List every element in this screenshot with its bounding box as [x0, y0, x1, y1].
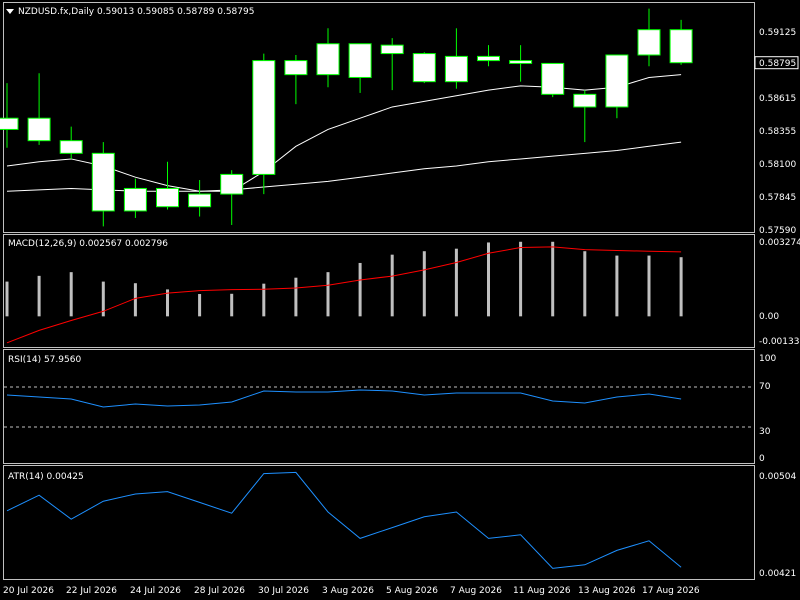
- candle-body: [509, 60, 533, 64]
- candle-body: [477, 55, 500, 62]
- candle-body: [573, 93, 597, 108]
- price-tick: 0.58100: [759, 160, 796, 170]
- atr-tick: 0.00504: [759, 472, 796, 482]
- macd-histogram-bar: [615, 255, 619, 317]
- price-tick: 0.58355: [759, 127, 796, 137]
- current-price-label: 0.58795: [759, 59, 796, 69]
- macd-title: MACD(12,26,9) 0.002567 0.002796: [8, 239, 168, 249]
- candle-body: [27, 117, 51, 142]
- candle-body: [605, 54, 629, 108]
- symbol-title: NZDUSD.fx,Daily: [18, 7, 95, 17]
- macd-histogram-bar: [262, 283, 266, 317]
- macd-histogram-bar: [551, 241, 555, 317]
- date-tick: 24 Jul 2026: [130, 586, 181, 596]
- candle-body: [156, 187, 179, 208]
- date-tick: 7 Aug 2026: [450, 586, 502, 596]
- candle-body: [444, 55, 468, 83]
- rsi-tick: 30: [759, 427, 771, 437]
- ohlc-readout: 0.59013 0.59085 0.58789 0.58795: [97, 7, 254, 17]
- macd-histogram-bar: [133, 283, 137, 317]
- macd-histogram-bar: [647, 255, 651, 317]
- candle-body: [0, 117, 19, 130]
- candle-body: [284, 60, 308, 76]
- price-tick: 0.57845: [759, 193, 796, 203]
- price-tick: 0.57590: [759, 226, 796, 236]
- date-tick: 13 Aug 2026: [578, 586, 636, 596]
- rsi-tick: 70: [759, 382, 771, 392]
- macd-histogram-bar: [454, 248, 458, 317]
- macd-histogram-bar: [198, 294, 202, 317]
- macd-histogram-bar: [230, 293, 234, 317]
- atr-tick: 0.00421: [759, 569, 796, 579]
- candle-body: [91, 152, 115, 212]
- candle-body: [252, 60, 276, 175]
- macd-histogram-bar: [294, 277, 298, 317]
- candle-body: [188, 193, 212, 208]
- date-tick: 3 Aug 2026: [322, 586, 374, 596]
- macd-histogram-bar: [679, 257, 683, 317]
- candle-body: [220, 173, 244, 195]
- date-tick: 20 Jul 2026: [3, 586, 54, 596]
- macd-tick: 0.003274: [759, 238, 800, 248]
- candle-body: [669, 29, 693, 64]
- macd-histogram-bar: [422, 251, 426, 317]
- date-tick: 5 Aug 2026: [386, 586, 438, 596]
- date-tick: 17 Aug 2026: [642, 586, 700, 596]
- candle-body: [412, 53, 436, 83]
- macd-histogram-bar: [5, 281, 9, 317]
- macd-histogram-bar: [358, 262, 362, 317]
- candle-body: [541, 62, 565, 95]
- candle-body: [59, 140, 83, 154]
- candle-body: [380, 44, 404, 55]
- date-tick: 28 Jul 2026: [194, 586, 245, 596]
- macd-tick: -0.001332: [759, 337, 800, 347]
- candle-body: [123, 187, 147, 212]
- candle-body: [316, 43, 340, 76]
- macd-histogram-bar: [69, 272, 73, 317]
- date-tick: 30 Jul 2026: [258, 586, 309, 596]
- macd-histogram-bar: [583, 251, 587, 317]
- macd-histogram-bar: [37, 275, 41, 317]
- date-tick: 22 Jul 2026: [66, 586, 117, 596]
- rsi-tick: 0: [759, 454, 765, 464]
- price-tick: 0.59125: [759, 28, 796, 38]
- macd-histogram-bar: [390, 254, 394, 317]
- macd-tick: 0.00: [759, 312, 779, 322]
- rsi-title: RSI(14) 57.9560: [8, 355, 81, 365]
- candle-body: [637, 29, 661, 56]
- rsi-tick: 100: [759, 354, 776, 364]
- atr-title: ATR(14) 0.00425: [8, 472, 84, 482]
- date-tick: 11 Aug 2026: [513, 586, 571, 596]
- macd-histogram-bar: [326, 272, 330, 317]
- macd-histogram-bar: [519, 241, 523, 317]
- trading-chart[interactable]: NZDUSD.fx,Daily 0.59013 0.59085 0.58789 …: [0, 0, 800, 600]
- candle-body: [348, 43, 372, 78]
- price-tick: 0.58615: [759, 94, 796, 104]
